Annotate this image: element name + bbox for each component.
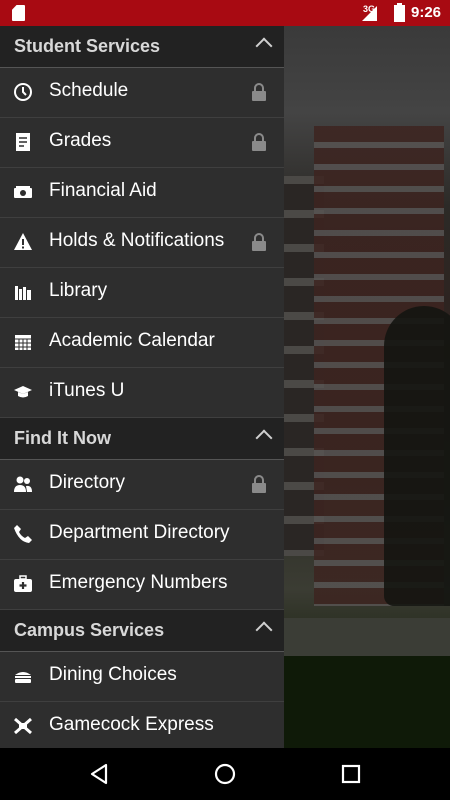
money-icon xyxy=(14,186,32,198)
recents-button-icon[interactable] xyxy=(339,762,363,786)
network-type: 3G xyxy=(363,4,376,14)
first-aid-kit-icon xyxy=(14,575,32,592)
lock-icon xyxy=(252,233,266,251)
menu-item-label: Grades xyxy=(49,130,112,151)
section-header-student-services[interactable]: Student Services xyxy=(0,26,284,68)
android-nav-bar xyxy=(0,748,450,800)
lock-icon xyxy=(252,133,266,151)
clock-icon xyxy=(14,83,32,101)
menu-item-grades[interactable]: Grades xyxy=(0,118,284,168)
menu-item-label: Dining Choices xyxy=(49,664,177,685)
graduation-cap-icon xyxy=(14,386,32,398)
section-title: Student Services xyxy=(14,36,161,56)
lock-icon xyxy=(252,83,266,101)
menu-item-schedule[interactable]: Schedule xyxy=(0,68,284,118)
section-header-find-it-now[interactable]: Find It Now xyxy=(0,418,284,460)
section-header-campus-services[interactable]: Campus Services xyxy=(0,610,284,652)
chevron-up-icon[interactable] xyxy=(255,37,273,55)
chevron-up-icon[interactable] xyxy=(255,621,273,639)
menu-item-emergency-numbers[interactable]: Emergency Numbers xyxy=(0,560,284,610)
menu-item-label: Directory xyxy=(49,472,126,493)
warning-icon xyxy=(14,233,32,250)
menu-item-dining-choices[interactable]: Dining Choices xyxy=(0,652,284,702)
background-image xyxy=(284,26,450,748)
chevron-up-icon[interactable] xyxy=(255,429,273,447)
menu-item-label: iTunes U xyxy=(49,380,125,401)
menu-item-financial-aid[interactable]: Financial Aid xyxy=(0,168,284,218)
menu-item-label: Gamecock Express xyxy=(49,714,214,735)
clock-time: 9:26 xyxy=(411,4,442,21)
calendar-icon xyxy=(15,335,31,350)
sd-card-icon xyxy=(12,5,25,21)
lock-icon xyxy=(252,475,266,493)
food-icon xyxy=(15,672,31,683)
phone-icon xyxy=(14,525,32,543)
menu-item-label: Library xyxy=(49,280,108,301)
section-title: Campus Services xyxy=(14,620,165,640)
card-icon xyxy=(14,717,32,735)
books-icon xyxy=(15,286,31,300)
menu-item-label: Department Directory xyxy=(49,522,230,543)
status-bar: 3G 9:26 xyxy=(0,0,450,26)
back-button-icon[interactable] xyxy=(87,762,111,786)
menu-item-holds-notifications[interactable]: Holds & Notifications xyxy=(0,218,284,268)
menu-item-department-directory[interactable]: Department Directory xyxy=(0,510,284,560)
menu-item-label: Holds & Notifications xyxy=(49,230,225,251)
document-icon xyxy=(16,133,30,151)
menu-item-library[interactable]: Library xyxy=(0,268,284,318)
menu-item-itunes-u[interactable]: iTunes U xyxy=(0,368,284,418)
menu-item-label: Schedule xyxy=(49,80,129,101)
menu-item-label: Emergency Numbers xyxy=(49,572,228,593)
menu-item-gamecock-express[interactable]: Gamecock Express xyxy=(0,702,284,748)
battery-icon xyxy=(394,3,405,22)
menu-item-directory[interactable]: Directory xyxy=(0,460,284,510)
menu-item-label: Financial Aid xyxy=(49,180,157,201)
people-icon xyxy=(14,476,32,492)
section-title: Find It Now xyxy=(14,428,111,448)
home-button-icon[interactable] xyxy=(213,762,237,786)
menu-item-label: Academic Calendar xyxy=(49,330,215,351)
menu-item-academic-calendar[interactable]: Academic Calendar xyxy=(0,318,284,368)
navigation-drawer: Student Services Schedule Grades Financi… xyxy=(0,26,284,748)
